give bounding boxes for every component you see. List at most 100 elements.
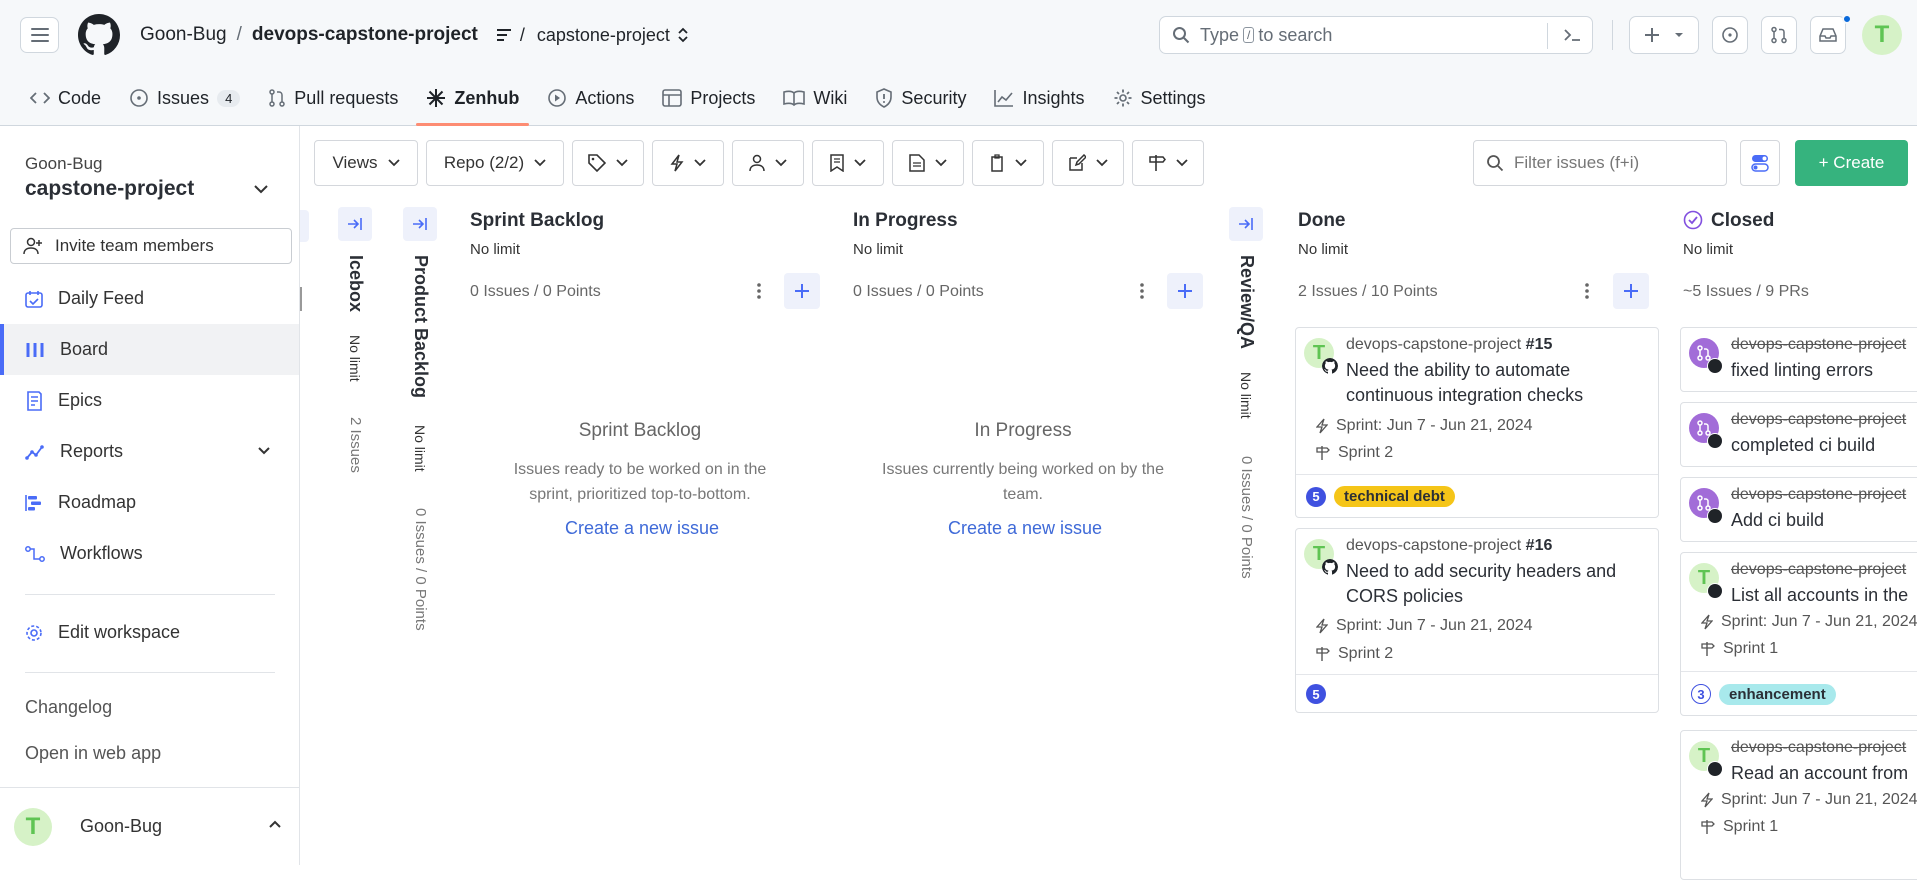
estimate-badge: 5 <box>1306 684 1326 704</box>
command-palette-button[interactable] <box>1560 23 1584 47</box>
board-icon <box>26 342 44 357</box>
project-name: capstone-project <box>536 24 670 45</box>
board-settings-button[interactable] <box>1740 140 1780 186</box>
label-technical-debt[interactable]: technical debt <box>1334 486 1455 507</box>
issue-milestone: Sprint 2 <box>1316 444 1393 462</box>
breadcrumb-separator: / <box>236 24 242 45</box>
filter-issues-input[interactable]: Filter issues (f+i) <box>1473 140 1727 186</box>
repo-tabs: Code Issues 4 Pull requests Zenhub Actio… <box>20 72 1224 126</box>
github-icon <box>78 14 120 55</box>
document-icon <box>909 154 925 172</box>
label-enhancement[interactable]: enhancement <box>1719 683 1836 705</box>
issue-sprint: Sprint: Jun 7 - Jun 21, 2024 <box>1701 613 1917 631</box>
create-new-button[interactable] <box>1629 16 1699 54</box>
menu-button[interactable] <box>20 17 59 53</box>
more-vertical-icon[interactable] <box>1139 282 1145 300</box>
global-search[interactable]: Type / to search <box>1159 16 1593 54</box>
project-selector[interactable]: / capstone-project <box>496 25 690 46</box>
plus-icon <box>795 284 809 298</box>
issue-repo-name: devops-capstone-project <box>1346 336 1522 353</box>
add-issue-sprint-backlog-button[interactable] <box>784 273 820 309</box>
user-menu[interactable]: T Goon-Bug <box>0 787 299 865</box>
sidebar-item-roadmap[interactable]: Roadmap <box>0 477 299 528</box>
open-web-app-link[interactable]: Open in web app <box>25 743 161 764</box>
table-icon <box>662 89 683 107</box>
closed-check-icon <box>1683 210 1703 230</box>
assignee-filter[interactable] <box>732 140 804 186</box>
tab-security[interactable]: Security <box>865 72 976 124</box>
pr-card[interactable]: devops-capstone-project fixed linting er… <box>1680 327 1917 392</box>
milestone-filter[interactable] <box>1132 140 1204 186</box>
issue-type-filter[interactable] <box>972 140 1044 186</box>
breadcrumb-repo[interactable]: devops-capstone-project <box>252 24 478 46</box>
sidebar-item-label: Epics <box>58 390 103 410</box>
add-issue-done-button[interactable] <box>1613 273 1649 309</box>
sidebar-item-reports[interactable]: Reports <box>0 426 299 477</box>
github-logo[interactable] <box>78 14 120 56</box>
expand-product-backlog-button[interactable] <box>403 207 437 241</box>
tab-insights[interactable]: Insights <box>984 72 1094 124</box>
tab-wiki[interactable]: Wiki <box>773 72 857 124</box>
invite-team-button[interactable]: Invite team members <box>10 228 292 264</box>
pr-title: completed ci build <box>1731 435 1876 455</box>
issue-card[interactable]: T devops-capstone-project List all accou… <box>1680 552 1917 716</box>
sidebar-item-workflows[interactable]: Workflows <box>0 528 299 579</box>
icebox-title: Icebox <box>346 255 366 313</box>
pr-card[interactable]: devops-capstone-project completed ci bui… <box>1680 402 1917 467</box>
user-avatar[interactable]: T <box>1862 15 1902 55</box>
sprint-backlog-create-issue-link[interactable]: Create a new issue <box>470 518 814 539</box>
tab-projects[interactable]: Projects <box>652 72 765 124</box>
collapsed-column-edge[interactable] <box>300 210 309 242</box>
in-progress-create-issue-link[interactable]: Create a new issue <box>853 518 1197 539</box>
pr-card[interactable]: devops-capstone-project Add ci build <box>1680 477 1917 542</box>
tab-actions[interactable]: Actions <box>537 72 644 124</box>
lightning-icon <box>1316 418 1328 434</box>
chevron-down-icon[interactable] <box>254 184 268 194</box>
more-vertical-icon[interactable] <box>756 282 762 300</box>
expand-icebox-button[interactable] <box>338 207 372 241</box>
search-icon <box>1173 27 1190 44</box>
issues-button[interactable] <box>1712 16 1748 54</box>
more-vertical-icon[interactable] <box>1584 282 1590 300</box>
views-dropdown[interactable]: Views <box>314 140 418 186</box>
issue-title-line: CORS policies <box>1346 586 1464 606</box>
pr-title: fixed linting errors <box>1731 360 1874 380</box>
edit-workspace-button[interactable]: Edit workspace <box>0 607 299 658</box>
repo-filter-dropdown[interactable]: Repo (2/2) <box>426 140 564 186</box>
chevron-down-icon <box>1675 33 1683 37</box>
hamburger-icon <box>30 28 49 42</box>
release-filter[interactable] <box>892 140 964 186</box>
tab-zenhub[interactable]: Zenhub <box>416 72 530 126</box>
add-issue-in-progress-button[interactable] <box>1167 273 1203 309</box>
sidebar-item-daily-feed[interactable]: Daily Feed <box>0 273 299 324</box>
workspace-name[interactable]: capstone-project <box>25 177 194 201</box>
issue-milestone: Sprint 1 <box>1701 640 1778 658</box>
epic-filter[interactable] <box>812 140 884 186</box>
list-icon <box>496 29 511 41</box>
changelog-link[interactable]: Changelog <box>25 697 112 718</box>
tab-settings[interactable]: Settings <box>1103 72 1216 124</box>
tab-pull-requests[interactable]: Pull requests <box>258 72 408 124</box>
issues-count-badge: 4 <box>217 89 241 107</box>
breadcrumb-owner[interactable]: Goon-Bug <box>140 24 227 46</box>
filter-placeholder: Filter issues (f+i) <box>1514 153 1640 172</box>
issue-title: Read an account from <box>1731 763 1909 783</box>
create-button[interactable]: + Create <box>1795 140 1908 186</box>
issue-card[interactable]: T devops-capstone-project Read an accoun… <box>1680 730 1917 880</box>
tab-issues[interactable]: Issues 4 <box>119 72 250 124</box>
label-filter[interactable] <box>572 140 644 186</box>
tab-code[interactable]: Code <box>20 72 111 124</box>
sidebar-item-board[interactable]: Board <box>0 324 299 375</box>
review-qa-count: 0 Issues / 0 Points <box>1238 456 1255 579</box>
inbox-button[interactable] <box>1810 16 1846 54</box>
sprint-filter[interactable] <box>652 140 724 186</box>
pull-requests-button[interactable] <box>1761 16 1797 54</box>
issue-card[interactable]: T devops-capstone-project #16 Need to ad… <box>1295 528 1659 713</box>
expand-review-qa-button[interactable] <box>1229 207 1263 241</box>
estimate-filter[interactable] <box>1052 140 1124 186</box>
issue-card[interactable]: T devops-capstone-project #15 Need the a… <box>1295 327 1659 518</box>
play-icon <box>548 89 567 107</box>
chevron-down-icon <box>1176 159 1188 167</box>
sidebar-item-epics[interactable]: Epics <box>0 375 299 426</box>
github-icon <box>1707 508 1723 524</box>
